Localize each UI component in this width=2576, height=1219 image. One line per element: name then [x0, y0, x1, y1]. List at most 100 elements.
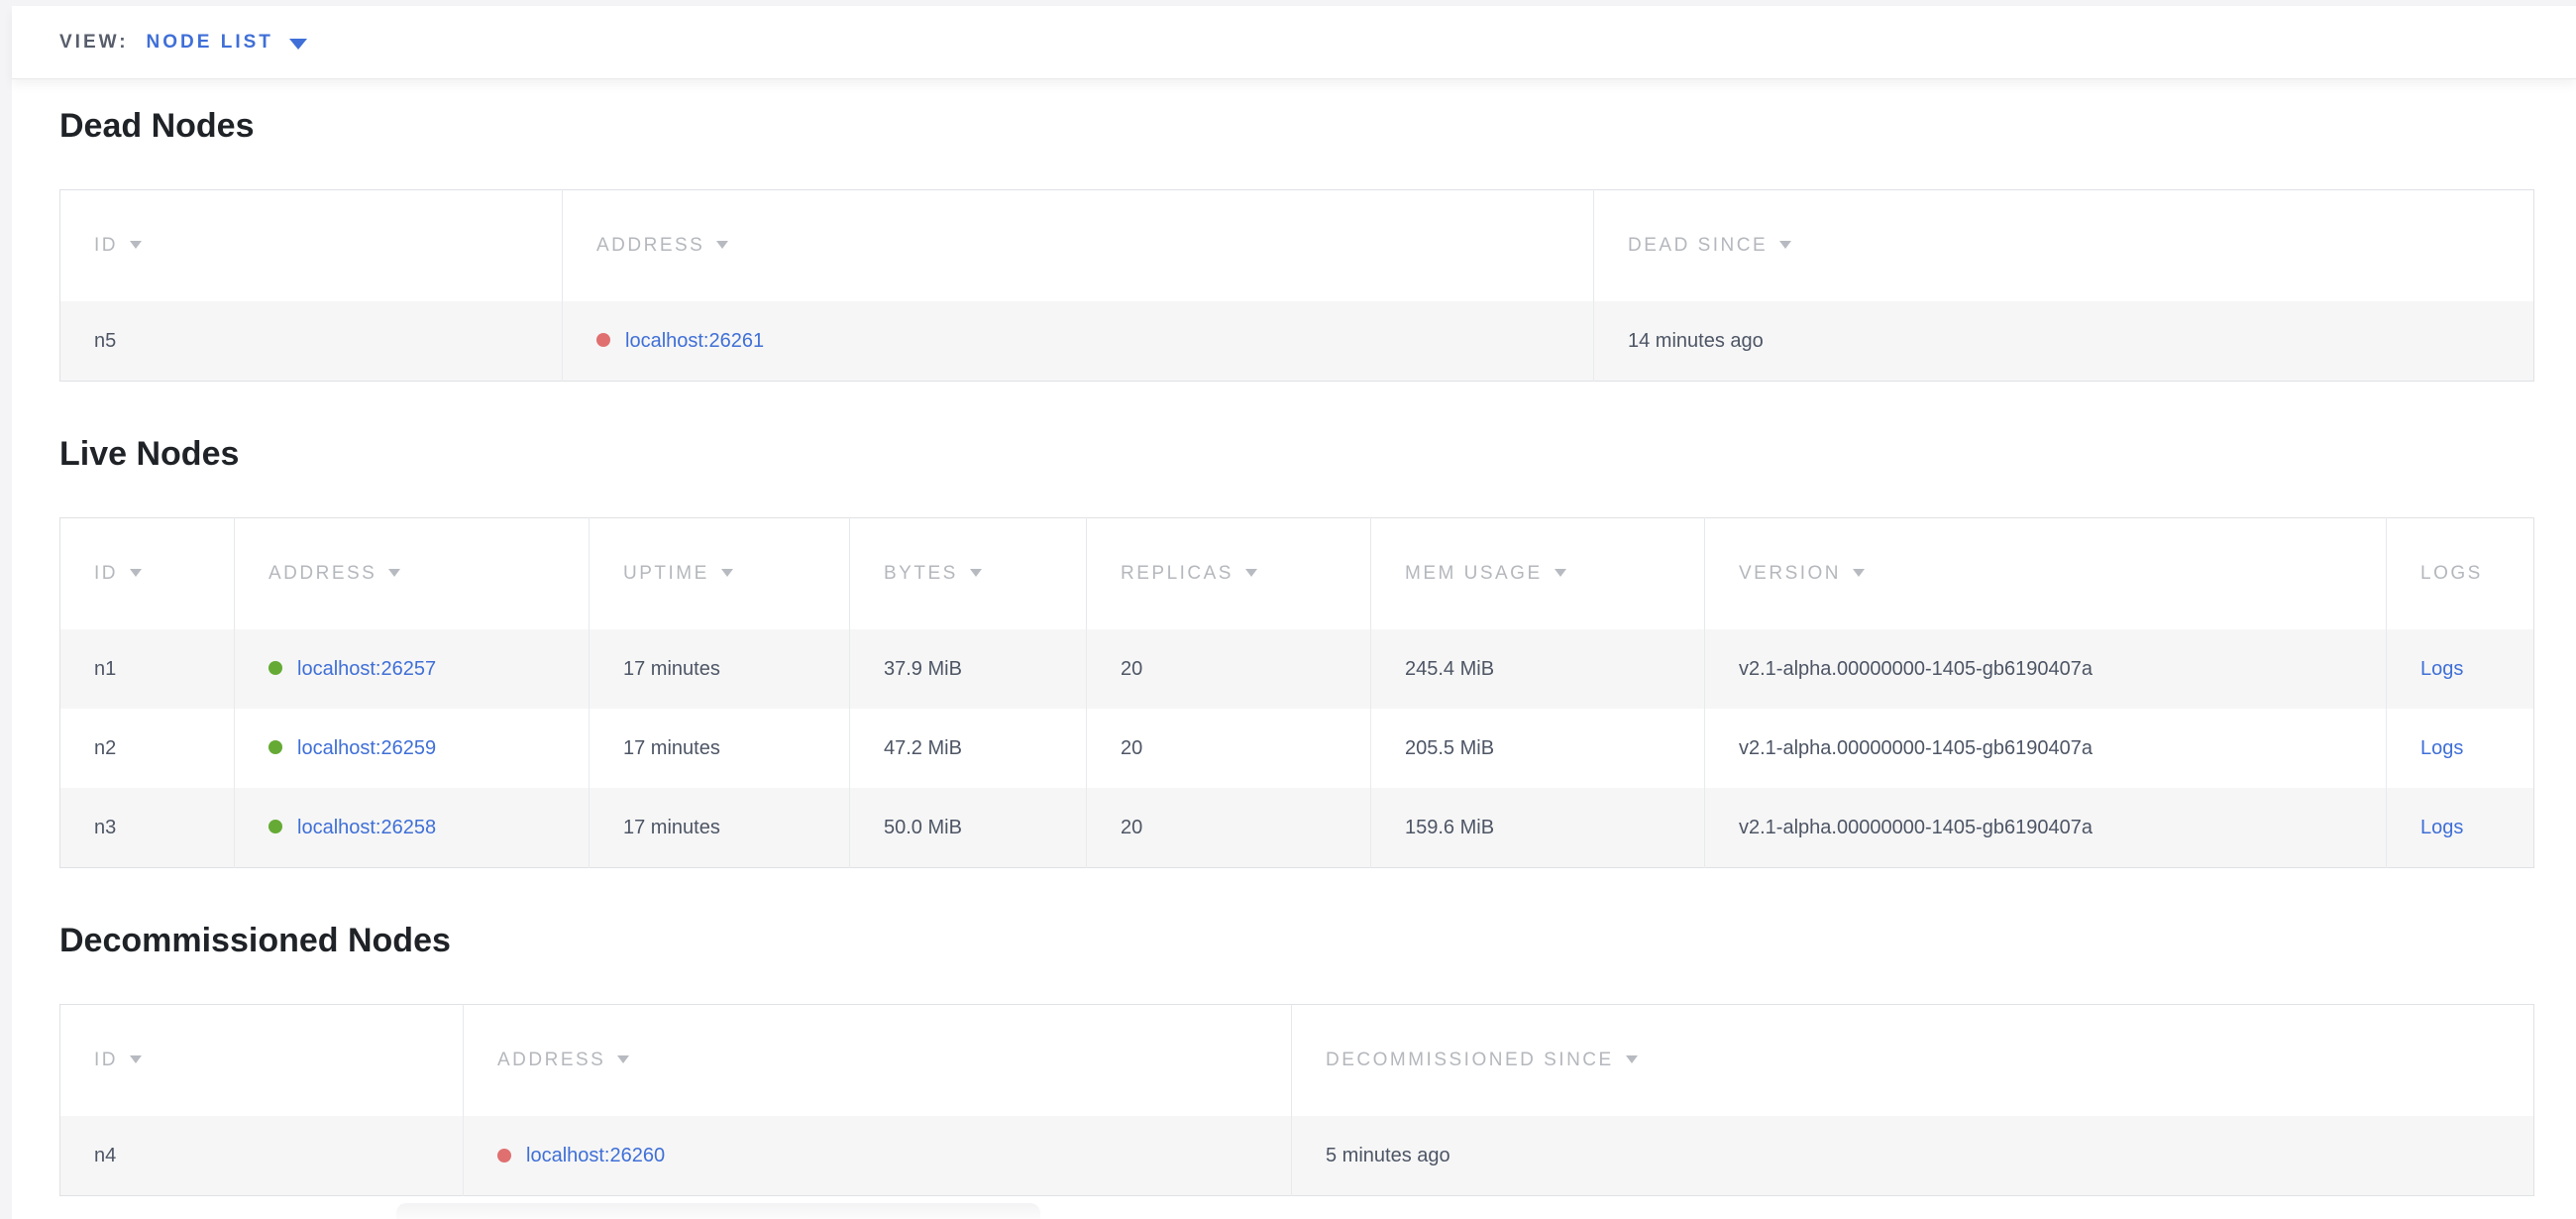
node-address-cell: localhost:26261 — [563, 301, 1594, 382]
logs-cell: Logs — [2387, 709, 2534, 788]
column-header-bytes[interactable]: BYTES — [850, 518, 1087, 630]
node-address-link[interactable]: localhost:26259 — [297, 737, 436, 759]
node-id-cell: n4 — [60, 1116, 464, 1196]
sort-caret-icon — [1779, 241, 1791, 249]
column-label: ID — [94, 235, 118, 256]
column-label: ADDRESS — [596, 235, 704, 256]
column-header-dead-since[interactable]: DEAD SINCE — [1594, 190, 2534, 302]
node-address-cell: localhost:26257 — [235, 629, 590, 709]
sort-caret-icon — [1245, 569, 1257, 577]
column-label: UPTIME — [623, 563, 709, 584]
mem-usage-cell: 159.6 MiB — [1371, 788, 1705, 868]
decommissioned-status-dot-icon — [497, 1149, 511, 1163]
column-header-id[interactable]: ID — [60, 518, 235, 630]
replicas-cell: 20 — [1087, 709, 1371, 788]
node-address-link[interactable]: localhost:26260 — [526, 1145, 665, 1166]
column-label: DECOMMISSIONED SINCE — [1326, 1050, 1614, 1070]
column-label: LOGS — [2420, 563, 2483, 584]
sort-caret-icon — [1626, 1055, 1638, 1063]
column-header-replicas[interactable]: REPLICAS — [1087, 518, 1371, 630]
node-address-cell: localhost:26259 — [235, 709, 590, 788]
node-address-link[interactable]: localhost:26257 — [297, 658, 436, 680]
column-header-id[interactable]: ID — [60, 190, 563, 302]
version-cell: v2.1-alpha.00000000-1405-gb6190407a — [1705, 709, 2387, 788]
sort-caret-icon — [388, 569, 400, 577]
node-id-cell: n2 — [60, 709, 235, 788]
table-row: n4 localhost:26260 5 minutes ago — [60, 1116, 2534, 1196]
sort-caret-icon — [617, 1055, 629, 1063]
sort-caret-icon — [130, 569, 142, 577]
dead-nodes-title: Dead Nodes — [59, 107, 2534, 146]
uptime-cell: 17 minutes — [590, 629, 850, 709]
decommissioned-since-cell: 5 minutes ago — [1292, 1116, 2534, 1196]
column-header-mem-usage[interactable]: MEM USAGE — [1371, 518, 1705, 630]
column-header-version[interactable]: VERSION — [1705, 518, 2387, 630]
table-header-row: ID ADDRESS DEAD SINCE — [60, 190, 2534, 302]
view-bar: VIEW: NODE LIST — [12, 6, 2576, 79]
logs-cell: Logs — [2387, 788, 2534, 868]
sort-caret-icon — [130, 1055, 142, 1063]
column-header-address[interactable]: ADDRESS — [464, 1005, 1292, 1117]
version-cell: v2.1-alpha.00000000-1405-gb6190407a — [1705, 629, 2387, 709]
node-id-cell: n1 — [60, 629, 235, 709]
live-status-dot-icon — [268, 820, 282, 833]
page-bottom-shadow — [396, 1203, 1040, 1219]
sort-caret-icon — [970, 569, 982, 577]
node-address-cell: localhost:26260 — [464, 1116, 1292, 1196]
column-label: MEM USAGE — [1405, 563, 1543, 584]
uptime-cell: 17 minutes — [590, 709, 850, 788]
table-row: n3 localhost:26258 17 minutes 50.0 MiB 2… — [60, 788, 2534, 868]
column-header-logs: LOGS — [2387, 518, 2534, 630]
column-label: ID — [94, 1050, 118, 1070]
bytes-cell: 50.0 MiB — [850, 788, 1087, 868]
node-id-cell: n3 — [60, 788, 235, 868]
bytes-cell: 47.2 MiB — [850, 709, 1087, 788]
live-nodes-title: Live Nodes — [59, 435, 2534, 474]
dead-since-cell: 14 minutes ago — [1594, 301, 2534, 382]
dead-status-dot-icon — [596, 333, 610, 347]
caret-down-icon — [289, 39, 307, 50]
node-list-page: Dead Nodes ID ADDRESS DEAD SINCE n5 loca… — [12, 79, 2576, 1219]
column-header-id[interactable]: ID — [60, 1005, 464, 1117]
bytes-cell: 37.9 MiB — [850, 629, 1087, 709]
mem-usage-cell: 205.5 MiB — [1371, 709, 1705, 788]
column-label: ADDRESS — [497, 1050, 605, 1070]
sort-caret-icon — [716, 241, 728, 249]
column-header-decommissioned-since[interactable]: DECOMMISSIONED SINCE — [1292, 1005, 2534, 1117]
decommissioned-nodes-table: ID ADDRESS DECOMMISSIONED SINCE n4 local… — [59, 1004, 2534, 1196]
view-selector-dropdown[interactable]: NODE LIST — [147, 32, 307, 54]
logs-link[interactable]: Logs — [2420, 817, 2463, 838]
column-label: VERSION — [1739, 563, 1841, 584]
live-status-dot-icon — [268, 740, 282, 754]
logs-link[interactable]: Logs — [2420, 737, 2463, 759]
table-header-row: ID ADDRESS UPTIME BYTES REPLICAS MEM USA… — [60, 518, 2534, 630]
live-status-dot-icon — [268, 661, 282, 675]
sort-caret-icon — [1555, 569, 1566, 577]
table-row: n1 localhost:26257 17 minutes 37.9 MiB 2… — [60, 629, 2534, 709]
column-header-uptime[interactable]: UPTIME — [590, 518, 850, 630]
node-address-link[interactable]: localhost:26258 — [297, 817, 436, 838]
version-cell: v2.1-alpha.00000000-1405-gb6190407a — [1705, 788, 2387, 868]
node-address-link[interactable]: localhost:26261 — [625, 330, 764, 352]
column-header-address[interactable]: ADDRESS — [563, 190, 1594, 302]
column-label: ID — [94, 563, 118, 584]
column-label: REPLICAS — [1121, 563, 1234, 584]
table-row: n2 localhost:26259 17 minutes 47.2 MiB 2… — [60, 709, 2534, 788]
node-address-cell: localhost:26258 — [235, 788, 590, 868]
column-label: DEAD SINCE — [1628, 235, 1768, 256]
node-id-cell: n5 — [60, 301, 563, 382]
logs-link[interactable]: Logs — [2420, 658, 2463, 680]
live-nodes-table: ID ADDRESS UPTIME BYTES REPLICAS MEM USA… — [59, 517, 2534, 868]
dead-nodes-table: ID ADDRESS DEAD SINCE n5 localhost:26261… — [59, 189, 2534, 382]
table-row: n5 localhost:26261 14 minutes ago — [60, 301, 2534, 382]
replicas-cell: 20 — [1087, 788, 1371, 868]
column-label: ADDRESS — [268, 563, 376, 584]
logs-cell: Logs — [2387, 629, 2534, 709]
view-label: VIEW: — [59, 32, 129, 54]
sort-caret-icon — [1853, 569, 1865, 577]
uptime-cell: 17 minutes — [590, 788, 850, 868]
column-header-address[interactable]: ADDRESS — [235, 518, 590, 630]
decommissioned-nodes-title: Decommissioned Nodes — [59, 922, 2534, 960]
sort-caret-icon — [721, 569, 733, 577]
table-header-row: ID ADDRESS DECOMMISSIONED SINCE — [60, 1005, 2534, 1117]
